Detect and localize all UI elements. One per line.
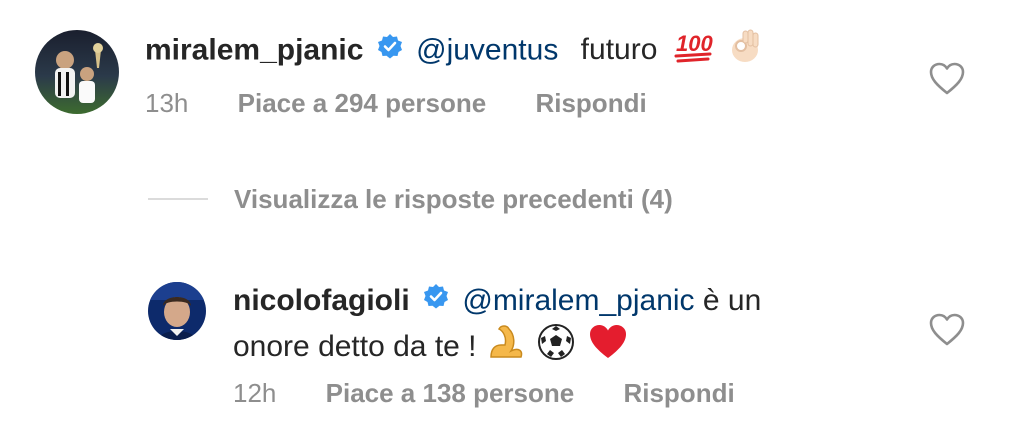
- replies-divider: [148, 198, 208, 200]
- heart-outline-icon[interactable]: [929, 62, 965, 101]
- flexed-biceps-emoji: [487, 323, 525, 373]
- verified-badge-icon: [422, 281, 450, 323]
- view-previous-replies-button[interactable]: Visualizza le risposte precedenti (4): [234, 184, 673, 215]
- red-heart-emoji: [588, 323, 628, 373]
- comment-1-text: miralem_pjanic @juventus futuro 100: [145, 28, 762, 75]
- soccer-ball-emoji: [537, 323, 575, 373]
- mention-link[interactable]: @juventus: [416, 33, 558, 66]
- hundred-points-emoji: 100: [674, 29, 714, 74]
- verified-badge-icon: [376, 32, 404, 72]
- reply-button[interactable]: Rispondi: [535, 88, 646, 118]
- comment-2-text: nicolofagioli @miralem_pjanic è un onore…: [233, 280, 873, 373]
- username[interactable]: miralem_pjanic: [145, 33, 363, 66]
- avatar-nicolofagioli[interactable]: [148, 282, 206, 340]
- timestamp: 13h: [145, 88, 189, 118]
- comment-body: futuro: [580, 33, 658, 67]
- reply-button[interactable]: Rispondi: [623, 378, 734, 408]
- comment-body-line-1: è un: [702, 284, 762, 317]
- ok-hand-emoji: [728, 28, 762, 75]
- timestamp: 12h: [233, 378, 277, 408]
- heart-outline-icon[interactable]: [929, 313, 965, 352]
- comment-body-line-2: onore detto da te !: [233, 330, 477, 363]
- comment-2-meta: 12h Piace a 138 persone Rispondi: [233, 378, 735, 409]
- likes-count-link[interactable]: Piace a 294 persone: [238, 88, 487, 118]
- mention-link[interactable]: @miralem_pjanic: [462, 284, 694, 317]
- likes-count-link[interactable]: Piace a 138 persone: [326, 378, 575, 408]
- comment-1-meta: 13h Piace a 294 persone Rispondi: [145, 88, 647, 119]
- username[interactable]: nicolofagioli: [233, 284, 410, 317]
- svg-text:100: 100: [676, 31, 713, 56]
- avatar-miralem-pjanic[interactable]: [35, 30, 119, 114]
